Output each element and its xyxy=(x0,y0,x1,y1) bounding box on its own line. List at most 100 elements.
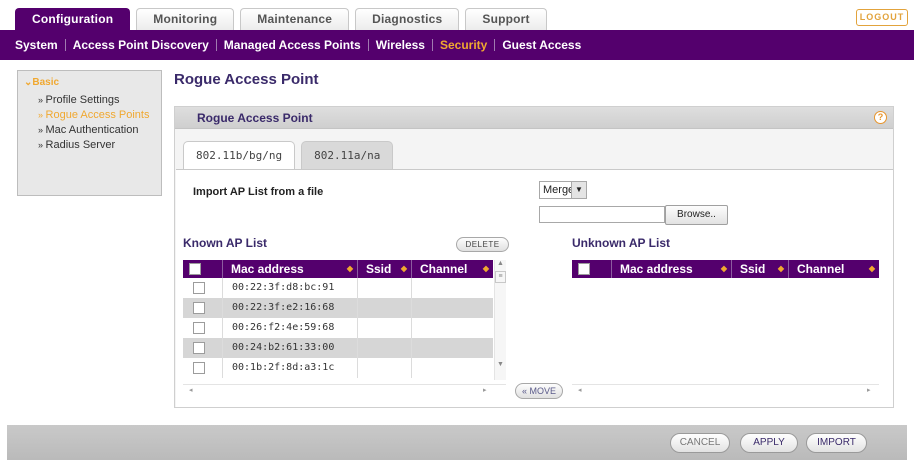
sidebar-item-mac-authentication[interactable]: » Mac Authentication xyxy=(24,124,155,136)
known-horizontal-scrollbar[interactable]: ◂ ▸ xyxy=(183,384,506,396)
bullet-icon: » xyxy=(38,140,46,150)
channel-cell xyxy=(412,358,492,378)
subnav-item-wireless[interactable]: Wireless xyxy=(369,39,433,51)
scroll-down-icon[interactable]: ▼ xyxy=(495,361,506,368)
tab-content: Import AP List from a file Merge ▼ Brows… xyxy=(176,169,893,407)
table-row[interactable]: 00:24:b2:61:33:00 xyxy=(183,338,493,358)
browse-button[interactable]: Browse.. xyxy=(665,205,728,225)
sort-icon: ◆ xyxy=(400,264,407,273)
channel-cell xyxy=(412,298,492,318)
scroll-right-icon[interactable]: ▸ xyxy=(867,386,871,394)
row-checkbox[interactable] xyxy=(193,282,205,294)
subnav-item-access-point-discovery[interactable]: Access Point Discovery xyxy=(66,39,217,51)
col-ssid[interactable]: Ssid ◆ xyxy=(358,260,412,278)
select-all-unknown-cell xyxy=(572,260,612,278)
col-channel[interactable]: Channel ◆ xyxy=(412,260,493,278)
scroll-left-icon[interactable]: ◂ xyxy=(578,386,582,394)
row-checkbox-cell xyxy=(183,358,223,378)
subnav-item-guest-access[interactable]: Guest Access xyxy=(495,39,588,51)
row-checkbox-cell xyxy=(183,318,223,338)
tab-802-11b-bg-ng[interactable]: 802.11b/bg/ng xyxy=(183,141,296,170)
bullet-icon: » xyxy=(38,95,46,105)
unknown-horizontal-scrollbar[interactable]: ◂ ▸ xyxy=(572,384,879,396)
import-mode-value: Merge xyxy=(543,184,575,196)
panel-header: Rogue Access Point ? xyxy=(175,107,893,129)
col-ssid-label: Ssid xyxy=(366,262,392,276)
sort-icon: ◆ xyxy=(482,264,489,273)
move-button[interactable]: « MOVE xyxy=(515,383,563,399)
sidebar-item-rogue-access-points[interactable]: » Rogue Access Points xyxy=(24,109,155,121)
page-title: Rogue Access Point xyxy=(174,71,319,88)
table-row[interactable]: 00:22:3f:e2:16:68 xyxy=(183,298,493,318)
sidebar-item-label: Mac Authentication xyxy=(45,124,139,136)
row-checkbox[interactable] xyxy=(193,322,205,334)
table-row[interactable]: 00:1b:2f:8d:a3:1c xyxy=(183,358,493,378)
col-mac-address[interactable]: Mac address ◆ xyxy=(612,260,732,278)
rogue-ap-panel: Rogue Access Point ? 802.11b/bg/ng 802.1… xyxy=(174,106,894,408)
sort-icon: ◆ xyxy=(777,264,784,273)
sub-nav: System Access Point Discovery Managed Ac… xyxy=(0,30,914,60)
apply-button[interactable]: APPLY xyxy=(740,433,798,453)
row-checkbox-cell xyxy=(183,278,223,298)
help-icon[interactable]: ? xyxy=(874,111,887,124)
select-all-unknown-checkbox[interactable] xyxy=(578,263,590,275)
col-channel-label: Channel xyxy=(797,262,845,276)
ssid-cell xyxy=(358,358,412,378)
known-vertical-scrollbar[interactable]: ▲ ≡ ▼ xyxy=(494,260,506,380)
unknown-ap-table-header: Mac address ◆ Ssid ◆ Channel ◆ xyxy=(572,260,879,278)
sort-icon: ◆ xyxy=(868,264,875,273)
panel-title: Rogue Access Point xyxy=(197,111,313,125)
tab-configuration[interactable]: Configuration xyxy=(15,8,131,30)
sidebar-item-radius-server[interactable]: » Radius Server xyxy=(24,139,155,151)
subnav-item-managed-access-points[interactable]: Managed Access Points xyxy=(217,39,369,51)
import-button[interactable]: IMPORT xyxy=(806,433,867,453)
dropdown-arrow-icon[interactable]: ▼ xyxy=(571,182,586,198)
table-row[interactable]: 00:26:f2:4e:59:68 xyxy=(183,318,493,338)
row-checkbox[interactable] xyxy=(193,342,205,354)
sidebar-item-label: Radius Server xyxy=(45,139,116,151)
channel-cell xyxy=(412,338,492,358)
sidebar: ⌄Basic » Profile Settings » Rogue Access… xyxy=(17,70,162,196)
row-checkbox[interactable] xyxy=(193,362,205,374)
channel-cell xyxy=(412,278,492,298)
scroll-left-icon[interactable]: ◂ xyxy=(189,386,193,394)
known-ap-list-title: Known AP List xyxy=(183,236,267,250)
subnav-item-system[interactable]: System xyxy=(8,39,66,51)
col-channel[interactable]: Channel ◆ xyxy=(789,260,879,278)
tab-support[interactable]: Support xyxy=(465,8,547,30)
ssid-cell xyxy=(358,338,412,358)
row-checkbox-cell xyxy=(183,338,223,358)
import-mode-select[interactable]: Merge ▼ xyxy=(539,181,587,199)
sidebar-item-label: Profile Settings xyxy=(45,94,120,106)
bullet-icon: » xyxy=(38,110,46,120)
scroll-thumb[interactable]: ≡ xyxy=(495,271,506,283)
col-mac-address[interactable]: Mac address ◆ xyxy=(223,260,358,278)
ssid-cell xyxy=(358,318,412,338)
tab-maintenance[interactable]: Maintenance xyxy=(240,8,350,30)
known-ap-table-header: Mac address ◆ Ssid ◆ Channel ◆ xyxy=(183,260,493,278)
subnav-item-security[interactable]: Security xyxy=(433,39,496,51)
ssid-cell xyxy=(358,278,412,298)
channel-cell xyxy=(412,318,492,338)
tab-802-11a-na[interactable]: 802.11a/na xyxy=(301,141,394,169)
row-checkbox[interactable] xyxy=(193,302,205,314)
file-path-input[interactable] xyxy=(539,206,665,223)
cancel-button[interactable]: CANCEL xyxy=(670,433,730,453)
scroll-right-icon[interactable]: ▸ xyxy=(483,386,487,394)
table-row[interactable]: 00:22:3f:d8:bc:91 xyxy=(183,278,493,298)
col-ssid[interactable]: Ssid ◆ xyxy=(732,260,789,278)
col-ssid-label: Ssid xyxy=(740,262,766,276)
select-all-known-checkbox[interactable] xyxy=(189,263,201,275)
col-mac-address-label: Mac address xyxy=(231,262,304,276)
row-checkbox-cell xyxy=(183,298,223,318)
page: Configuration Monitoring Maintenance Dia… xyxy=(0,0,914,460)
tab-diagnostics[interactable]: Diagnostics xyxy=(355,8,460,30)
tab-monitoring[interactable]: Monitoring xyxy=(136,8,235,30)
logout-button[interactable]: LOGOUT xyxy=(856,9,908,26)
sidebar-item-profile-settings[interactable]: » Profile Settings xyxy=(24,94,155,106)
sort-icon: ◆ xyxy=(720,264,727,273)
sidebar-heading[interactable]: ⌄Basic xyxy=(24,77,155,88)
scroll-up-icon[interactable]: ▲ xyxy=(495,260,506,267)
sidebar-item-label: Rogue Access Points xyxy=(45,109,150,121)
delete-button[interactable]: DELETE xyxy=(456,237,509,252)
